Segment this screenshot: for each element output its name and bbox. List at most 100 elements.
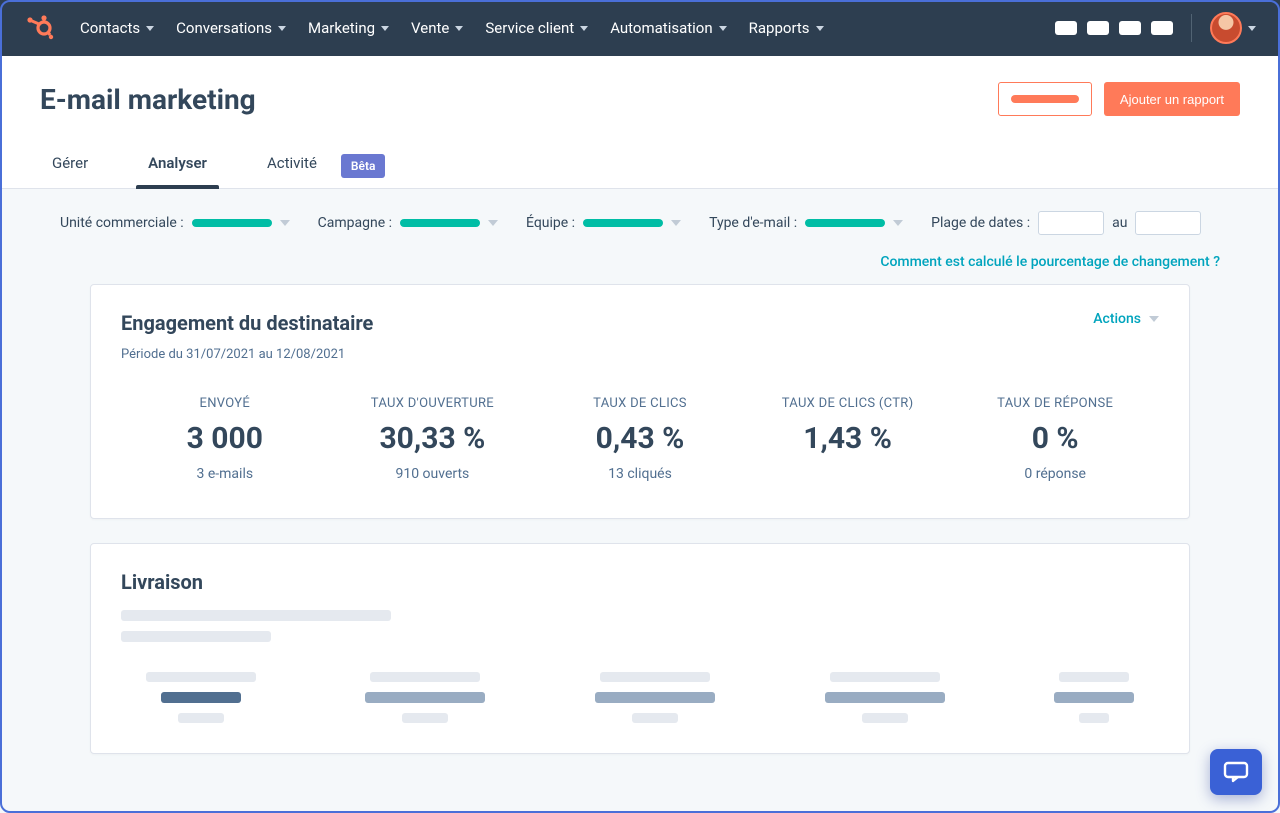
stat-value: 0 % [959, 421, 1151, 456]
chevron-down-icon [1149, 316, 1159, 322]
stat-sub: 13 cliqués [544, 466, 736, 482]
card-title: Engagement du destinataire [121, 311, 373, 335]
filter-label: Plage de dates : [931, 215, 1030, 231]
nav-label: Vente [411, 19, 449, 37]
stat-click-rate: TAUX DE CLICS 0,43 % 13 cliqués [536, 396, 744, 482]
chevron-down-icon [1248, 26, 1256, 31]
delivery-card: Livraison [90, 543, 1190, 754]
chat-widget-button[interactable] [1210, 749, 1262, 795]
top-navbar: Contacts Conversations Marketing Vente S… [0, 0, 1280, 56]
stat-label: TAUX DE CLICS [544, 396, 736, 411]
nav-service-client[interactable]: Service client [485, 19, 588, 37]
delivery-stat-skeleton [365, 672, 485, 723]
page-title: E-mail marketing [40, 83, 256, 116]
page-header: E-mail marketing Ajouter un rapport Gére… [0, 56, 1280, 189]
filters-bar: Unité commerciale : Campagne : Équipe : … [0, 189, 1280, 245]
nav-right [1055, 12, 1256, 44]
nav-marketing[interactable]: Marketing [308, 19, 389, 37]
stat-value: 0,43 % [544, 421, 736, 456]
add-report-button[interactable]: Ajouter un rapport [1104, 82, 1240, 116]
help-link[interactable]: Comment est calculé le pourcentage de ch… [880, 254, 1220, 270]
nav-links: Contacts Conversations Marketing Vente S… [80, 19, 824, 37]
filter-value [583, 219, 663, 227]
nav-utility-icon[interactable] [1119, 21, 1141, 35]
stat-reply-rate: TAUX DE RÉPONSE 0 % 0 réponse [951, 396, 1159, 482]
delivery-stat-skeleton [146, 672, 256, 723]
nav-label: Rapports [749, 19, 810, 37]
stat-label: ENVOYÉ [129, 396, 321, 411]
tab-manage[interactable]: Gérer [40, 144, 100, 188]
nav-vente[interactable]: Vente [411, 19, 463, 37]
filter-label: Campagne : [318, 215, 392, 231]
card-period: Période du 31/07/2021 au 12/08/2021 [121, 347, 373, 362]
chevron-down-icon [455, 26, 463, 31]
actions-label: Actions [1093, 311, 1141, 327]
chevron-down-icon [278, 26, 286, 31]
chevron-down-icon [580, 26, 588, 31]
date-to-input[interactable] [1135, 211, 1201, 235]
chevron-down-icon [488, 220, 498, 226]
chevron-down-icon [671, 220, 681, 226]
stat-value: 1,43 % [752, 421, 944, 456]
nav-label: Contacts [80, 19, 140, 37]
nav-label: Automatisation [610, 19, 712, 37]
nav-rapports[interactable]: Rapports [749, 19, 824, 37]
beta-badge: Bêta [341, 154, 386, 178]
filter-email-type[interactable]: Type d'e-mail : [709, 215, 903, 231]
nav-conversations[interactable]: Conversations [176, 19, 286, 37]
divider [1191, 14, 1192, 42]
chevron-down-icon [893, 220, 903, 226]
nav-automatisation[interactable]: Automatisation [610, 19, 726, 37]
filter-campaign[interactable]: Campagne : [318, 215, 498, 231]
stat-label: TAUX D'OUVERTURE [337, 396, 529, 411]
filter-team[interactable]: Équipe : [526, 215, 681, 231]
filter-date-range: Plage de dates : au [931, 211, 1201, 235]
card-title: Livraison [121, 570, 1159, 594]
date-from-input[interactable] [1038, 211, 1104, 235]
nav-utility-icon[interactable] [1151, 21, 1173, 35]
nav-label: Marketing [308, 19, 375, 37]
stats-row: ENVOYÉ 3 000 3 e-mails TAUX D'OUVERTURE … [121, 396, 1159, 482]
nav-label: Service client [485, 19, 574, 37]
filter-label: Équipe : [526, 215, 575, 231]
tab-analyze[interactable]: Analyser [136, 144, 219, 188]
nav-contacts[interactable]: Contacts [80, 19, 154, 37]
nav-utility-icon[interactable] [1087, 21, 1109, 35]
card-actions-menu[interactable]: Actions [1093, 311, 1159, 327]
skeleton-line [121, 631, 271, 642]
chevron-down-icon [280, 220, 290, 226]
filter-value [400, 219, 480, 227]
filter-label: Unité commerciale : [60, 215, 184, 231]
stat-value: 30,33 % [337, 421, 529, 456]
filter-value [192, 219, 272, 227]
chevron-down-icon [719, 26, 727, 31]
stat-sent: ENVOYÉ 3 000 3 e-mails [121, 396, 329, 482]
delivery-stats-row [121, 672, 1159, 723]
stat-open-rate: TAUX D'OUVERTURE 30,33 % 910 ouverts [329, 396, 537, 482]
stat-sub: 910 ouverts [337, 466, 529, 482]
chevron-down-icon [381, 26, 389, 31]
nav-utility-icon[interactable] [1055, 21, 1077, 35]
stat-label: TAUX DE CLICS (CTR) [752, 396, 944, 411]
tab-activity[interactable]: Activité [255, 144, 329, 188]
filter-value [805, 219, 885, 227]
filter-label: Type d'e-mail : [709, 215, 797, 231]
engagement-card: Engagement du destinataire Période du 31… [90, 284, 1190, 519]
stat-value: 3 000 [129, 421, 321, 456]
stat-sub: 3 e-mails [129, 466, 321, 482]
secondary-action-button[interactable] [998, 82, 1092, 116]
avatar [1210, 12, 1242, 44]
filter-business-unit[interactable]: Unité commerciale : [60, 215, 290, 231]
nav-label: Conversations [176, 19, 272, 37]
stat-label: TAUX DE RÉPONSE [959, 396, 1151, 411]
chevron-down-icon [146, 26, 154, 31]
delivery-stat-skeleton [595, 672, 715, 723]
chevron-down-icon [816, 26, 824, 31]
hubspot-logo-icon[interactable] [24, 12, 56, 44]
delivery-stat-skeleton [825, 672, 945, 723]
delivery-stat-skeleton [1054, 672, 1134, 723]
stat-ctr: TAUX DE CLICS (CTR) 1,43 % [744, 396, 952, 482]
date-separator: au [1112, 215, 1127, 231]
tabs: Gérer Analyser Activité Bêta [40, 144, 1240, 188]
account-menu[interactable] [1210, 12, 1256, 44]
